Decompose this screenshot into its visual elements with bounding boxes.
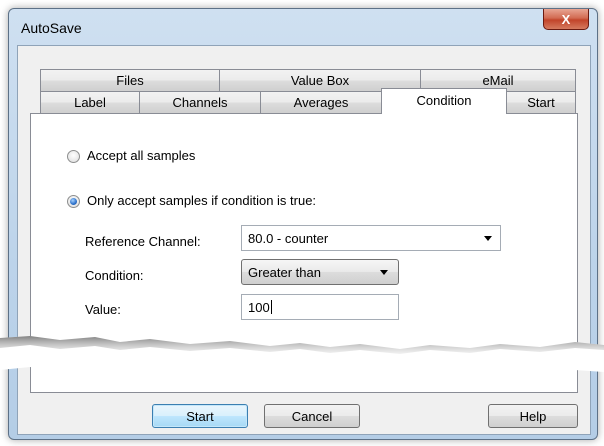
close-button[interactable]: X <box>543 9 589 30</box>
reference-channel-select[interactable]: 80.0 - counter <box>241 225 501 251</box>
value-input[interactable]: 100 <box>241 294 399 320</box>
tab-files[interactable]: Files <box>40 69 220 91</box>
text-caret <box>270 300 272 314</box>
accept-all-radio[interactable] <box>67 150 80 163</box>
start-button[interactable]: Start <box>152 404 248 428</box>
condition-value: Greater than <box>248 265 321 280</box>
reference-channel-value: 80.0 - counter <box>248 231 329 246</box>
tab-start[interactable]: Start <box>506 91 576 113</box>
value-input-text: 100 <box>248 300 270 315</box>
condition-label: Condition: <box>85 268 144 283</box>
reference-channel-label: Reference Channel: <box>85 234 201 249</box>
tab-condition[interactable]: Condition <box>381 88 507 114</box>
condition-select[interactable]: Greater than <box>241 259 399 285</box>
title-bar[interactable]: AutoSave X <box>9 9 597 45</box>
help-button[interactable]: Help <box>488 404 578 428</box>
accept-all-label: Accept all samples <box>87 148 196 163</box>
only-if-label: Only accept samples if condition is true… <box>87 193 317 208</box>
close-icon: X <box>561 11 571 27</box>
chevron-down-icon <box>380 270 388 275</box>
torn-edge-decoration <box>0 336 604 376</box>
cancel-button[interactable]: Cancel <box>264 404 360 428</box>
window-title: AutoSave <box>21 20 82 36</box>
tab-label[interactable]: Label <box>40 91 140 113</box>
value-label: Value: <box>85 302 121 317</box>
tab-averages[interactable]: Averages <box>260 91 382 113</box>
chevron-down-icon <box>484 236 492 241</box>
only-if-radio[interactable] <box>67 195 80 208</box>
tab-channels[interactable]: Channels <box>139 91 261 113</box>
